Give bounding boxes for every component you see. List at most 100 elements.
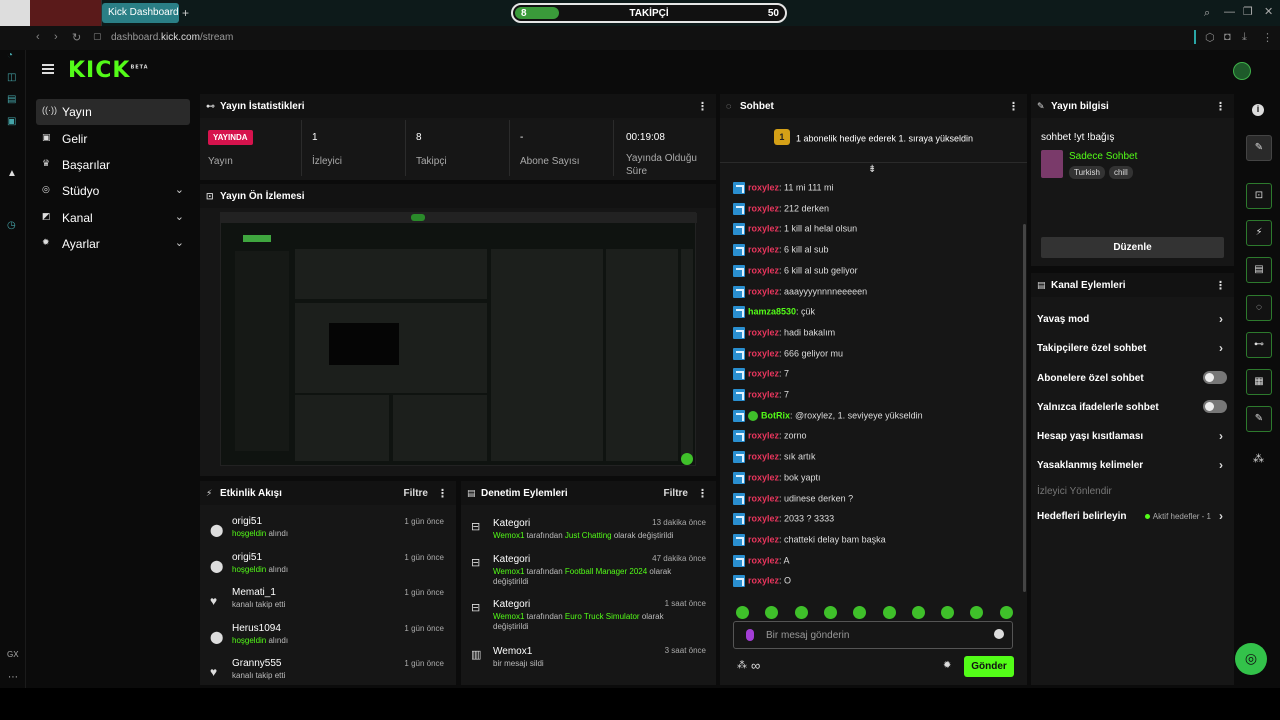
stream-info-menu-icon[interactable]: ⋮: [1215, 100, 1226, 113]
chevron-down-icon[interactable]: ⌄: [175, 210, 184, 223]
chat-username[interactable]: roxylez: [748, 265, 779, 275]
camera-icon[interactable]: ◘: [1224, 31, 1231, 43]
chat-username[interactable]: roxylez: [748, 224, 779, 234]
messenger-icon[interactable]: ▣: [7, 116, 19, 128]
forward-icon[interactable]: ›: [54, 31, 58, 43]
activity-user[interactable]: Granny555: [232, 658, 281, 669]
channel-action-row[interactable]: Yalnızca ifadelerle sohbet: [1037, 400, 1227, 413]
chat-username[interactable]: roxylez: [748, 431, 779, 441]
category-name[interactable]: Sadece Sohbet: [1069, 151, 1137, 162]
chat-username[interactable]: roxylez: [748, 576, 779, 586]
nav-item[interactable]: ✹ Ayarlar ⌄: [36, 231, 190, 257]
chevron-right-icon[interactable]: ›: [1219, 509, 1223, 523]
chat-username[interactable]: roxylez: [748, 244, 779, 254]
kick-rail-icon[interactable]: ▲: [7, 168, 19, 180]
chevron-down-icon[interactable]: ⌄: [175, 236, 184, 249]
lightning-button[interactable]: ⚡: [1246, 220, 1272, 246]
chat-username[interactable]: roxylez: [748, 348, 779, 358]
emote-icon[interactable]: [823, 606, 837, 619]
info-icon[interactable]: i: [1252, 104, 1264, 116]
user-avatar[interactable]: [1233, 62, 1251, 80]
edit-button[interactable]: Düzenle: [1041, 237, 1224, 258]
emote-icon[interactable]: [736, 606, 749, 619]
activity-user[interactable]: origi51: [232, 552, 262, 563]
chat-username[interactable]: BotRix: [761, 410, 790, 420]
nav-item[interactable]: ♛ Başarılar: [36, 152, 190, 178]
download-icon[interactable]: ⤓: [1242, 31, 1247, 44]
activity-user[interactable]: Memati_1: [232, 587, 276, 598]
chat-menu-icon[interactable]: ⋮: [1008, 100, 1019, 113]
support-icon[interactable]: ◎: [1235, 643, 1267, 675]
activity-user[interactable]: Herus1094: [232, 623, 281, 634]
kick-logo[interactable]: KICKBETA: [68, 58, 149, 83]
news-icon[interactable]: ▤: [7, 94, 19, 106]
back-icon[interactable]: ‹: [36, 31, 40, 43]
dots-icon[interactable]: ⁂: [1253, 452, 1264, 465]
emote-icon[interactable]: [882, 606, 896, 619]
gx-label[interactable]: GX: [7, 650, 19, 662]
reload-icon[interactable]: ↻: [72, 31, 81, 44]
chat-username[interactable]: roxylez: [748, 182, 779, 192]
infinity-icon[interactable]: ∞: [751, 658, 760, 673]
address-bar[interactable]: ‹ › ↻ ▢ dashboard.kick.com/stream ⬡ ◘ ⤓ …: [0, 26, 1280, 50]
chat-settings-icon[interactable]: ✹: [943, 660, 951, 671]
capture-button[interactable]: ⊡: [1246, 183, 1272, 209]
layout-button[interactable]: ▦: [1246, 369, 1272, 395]
tab-thumbnail[interactable]: [0, 0, 102, 26]
nav-item[interactable]: ▣ Gelir: [36, 126, 190, 152]
chat-username[interactable]: roxylez: [748, 327, 779, 337]
chevron-right-icon[interactable]: ›: [1219, 458, 1223, 472]
chat-bubble-button[interactable]: ◌: [1246, 295, 1272, 321]
notes-button[interactable]: ▤: [1246, 257, 1272, 283]
chat-username[interactable]: roxylez: [748, 534, 779, 544]
chat-username[interactable]: hamza8530: [748, 307, 796, 317]
chevron-right-icon[interactable]: ›: [1219, 341, 1223, 355]
channel-action-row[interactable]: Yasaklanmış kelimeler ›: [1037, 458, 1227, 472]
chat-username[interactable]: roxylez: [748, 286, 779, 296]
nav-item[interactable]: ((·)) Yayın: [36, 99, 190, 125]
channel-action-row[interactable]: Yavaş mod ›: [1037, 312, 1227, 326]
channel-action-row[interactable]: Takipçilere özel sohbet ›: [1037, 341, 1227, 355]
channel-action-row[interactable]: Hesap yaşı kısıtlaması ›: [1037, 429, 1227, 443]
chat-username[interactable]: roxylez: [748, 514, 779, 524]
chat-username[interactable]: roxylez: [748, 369, 779, 379]
chat-input[interactable]: Bir mesaj gönderin: [733, 621, 1013, 649]
new-tab-icon[interactable]: +: [182, 6, 192, 20]
emote-icon[interactable]: [999, 606, 1013, 619]
emote-icon[interactable]: [941, 606, 955, 619]
maximize-icon[interactable]: ❐: [1243, 5, 1253, 18]
speed-dial-icon[interactable]: ◔: [7, 50, 19, 62]
points-icon[interactable]: ⁂: [737, 660, 747, 671]
emote-icon[interactable]: [794, 606, 808, 619]
chat-username[interactable]: roxylez: [748, 493, 779, 503]
activity-menu-icon[interactable]: ⋮: [437, 487, 448, 500]
collapse-pin-icon[interactable]: ⇟: [868, 164, 876, 175]
chevron-down-icon[interactable]: ⌄: [175, 183, 184, 196]
edit-pencil-button[interactable]: ✎: [1246, 135, 1272, 161]
cube-icon[interactable]: ⬡: [1205, 31, 1215, 44]
chat-username[interactable]: roxylez: [748, 472, 779, 482]
channel-action-row[interactable]: Hedefleri belirleyin Aktif hedefler - 1 ›: [1037, 509, 1227, 523]
chevron-right-icon[interactable]: ›: [1219, 429, 1223, 443]
more-icon[interactable]: ⋮: [1262, 31, 1273, 44]
send-button[interactable]: Gönder: [964, 656, 1014, 677]
close-icon[interactable]: ✕: [1264, 5, 1273, 18]
channel-actions-menu-icon[interactable]: ⋮: [1215, 279, 1226, 292]
activity-filter-button[interactable]: Filtre: [404, 488, 428, 499]
moderation-filter-button[interactable]: Filtre: [664, 488, 688, 499]
emoji-icon[interactable]: [994, 629, 1004, 639]
nav-item[interactable]: ◩ Kanal ⌄: [36, 205, 190, 231]
hamburger-menu-icon[interactable]: [42, 64, 54, 74]
history-icon[interactable]: ◷: [7, 220, 19, 232]
nav-item[interactable]: ◎ Stüdyo ⌄: [36, 178, 190, 204]
toggle-switch[interactable]: [1203, 400, 1227, 413]
tools-button[interactable]: ✎: [1246, 406, 1272, 432]
activity-user[interactable]: origi51: [232, 516, 262, 527]
mic-icon[interactable]: [746, 629, 754, 641]
chat-username[interactable]: roxylez: [748, 555, 779, 565]
stream-preview-image[interactable]: [220, 212, 697, 466]
bag-icon[interactable]: ◫: [7, 72, 19, 84]
rail-more-icon[interactable]: ⋯: [8, 672, 20, 684]
broadcast-button[interactable]: ⊷: [1246, 332, 1272, 358]
stats-menu-icon[interactable]: ⋮: [697, 100, 708, 113]
